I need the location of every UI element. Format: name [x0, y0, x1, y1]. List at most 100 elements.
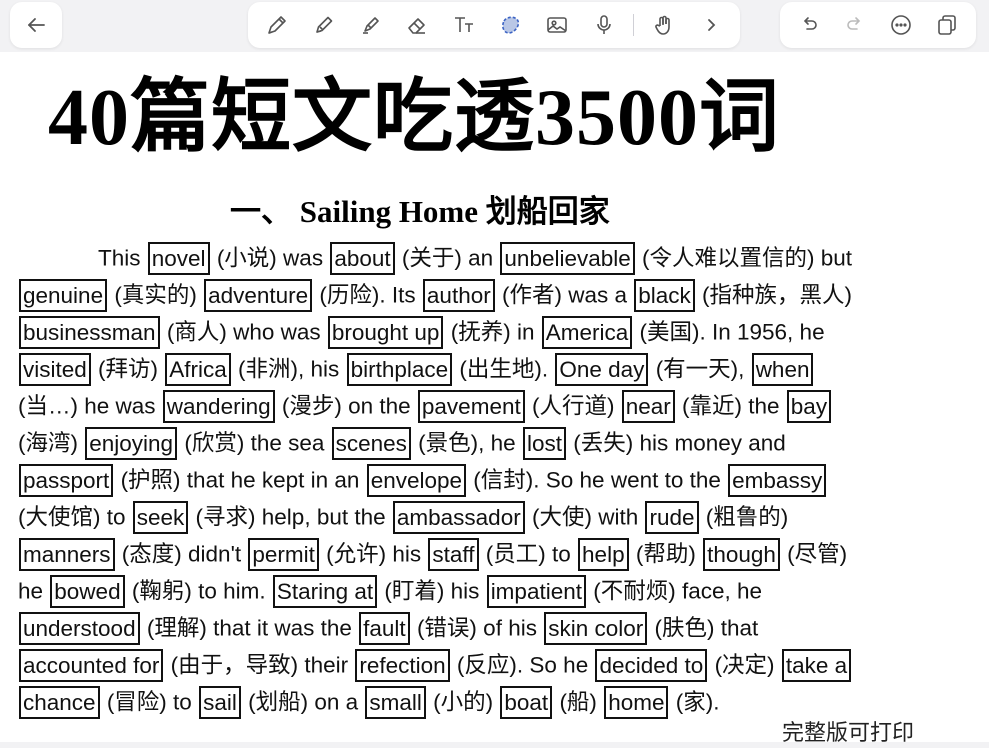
text-line: chance (冒险) to sail (划船) on a small (小的)… [18, 682, 973, 719]
text-segment: (小说) was [210, 245, 330, 271]
vocab-word-box: though [703, 537, 780, 571]
vocab-word-box: embassy [728, 463, 827, 497]
text-line: manners (态度) didn't permit (允许) his staf… [18, 534, 973, 571]
text-segment: (关于) an [395, 245, 500, 271]
text-segment: (历险). Its [313, 282, 422, 308]
text-segment: (划船) on a [241, 689, 365, 715]
text-segment: (有一天), [649, 356, 751, 382]
text-segment: (家). [669, 689, 720, 715]
text-segment: he [18, 578, 50, 604]
microphone-icon[interactable] [587, 8, 621, 42]
text-line: he bowed (鞠躬) to him. Staring at (盯着) hi… [18, 571, 973, 608]
vocab-word-box: passport [19, 463, 114, 497]
top-toolbar [0, 0, 989, 52]
text-line: This novel (小说) was about (关于) an unbeli… [18, 238, 973, 275]
text-segment: (态度) didn't [115, 541, 248, 567]
vocab-word-box: Staring at [272, 574, 378, 608]
vocab-word-box: wandering [162, 389, 275, 423]
vocab-word-box: help [578, 537, 629, 571]
vocab-word-box: chance [19, 685, 100, 719]
vocab-word-box: home [604, 685, 669, 719]
text-segment: (冒险) to [100, 689, 199, 715]
hand-pointer-icon[interactable] [647, 8, 681, 42]
vocab-word-box: rude [645, 500, 699, 534]
vocab-word-box: birthplace [346, 352, 453, 386]
text-segment: (令人难以置信的) but [635, 245, 853, 271]
text-segment: (理解) that it was the [140, 615, 359, 641]
vocab-word-box: bay [786, 389, 832, 423]
text-line: (当…) he was wandering (漫步) on the paveme… [18, 386, 973, 423]
text-segment: (美国). In 1956, he [633, 319, 825, 345]
back-arrow-icon[interactable] [19, 8, 53, 42]
vocab-word-box: Africa [165, 352, 231, 386]
pencil-icon[interactable] [307, 8, 341, 42]
footer-note: 完整版可打印 [782, 720, 915, 745]
pen-icon[interactable] [260, 8, 294, 42]
redo-icon[interactable] [838, 8, 872, 42]
vocab-word-box: small [365, 685, 426, 719]
vocab-word-box: black [634, 278, 695, 312]
vocab-word-box: manners [19, 537, 115, 571]
text-segment: (信封). So he went to the [467, 467, 728, 493]
text-segment: (尽管) [780, 541, 848, 567]
text-segment: (靠近) the [675, 393, 786, 419]
vocab-word-box: sail [199, 685, 241, 719]
more-icon[interactable] [884, 8, 918, 42]
vocab-word-box: impatient [486, 574, 586, 608]
text-segment: (出生地). [453, 356, 555, 382]
text-line: genuine (真实的) adventure (历险). Its author… [18, 275, 973, 312]
text-segment: (丢失) his money and [566, 430, 786, 456]
vocab-word-box: visited [19, 352, 91, 386]
vocab-word-box: unbelievable [500, 241, 635, 275]
text-segment: (反应). So he [450, 652, 595, 678]
text-line: businessman (商人) who was brought up (抚养)… [18, 312, 973, 349]
text-line: passport (护照) that he kept in an envelop… [18, 460, 973, 497]
image-icon[interactable] [540, 8, 574, 42]
text-segment: (员工) to [479, 541, 578, 567]
text-segment: (盯着) his [378, 578, 486, 604]
highlighter-icon[interactable] [354, 8, 388, 42]
vocab-word-box: envelope [366, 463, 467, 497]
lasso-icon[interactable] [493, 8, 527, 42]
text-segment: (拜访) [91, 356, 165, 382]
vocab-word-box: America [541, 315, 633, 349]
vocab-word-box: decided to [595, 648, 708, 682]
text-line: accounted for (由于，导致) their refection (反… [18, 645, 973, 682]
vocab-word-box: genuine [19, 278, 108, 312]
text-segment: (不耐烦) face, he [586, 578, 763, 604]
text-segment: (当…) he was [18, 393, 162, 419]
text-segment: (由于，导致) their [164, 652, 355, 678]
chevron-right-icon[interactable] [694, 8, 728, 42]
eraser-icon[interactable] [400, 8, 434, 42]
vocab-word-box: bowed [50, 574, 125, 608]
undo-icon[interactable] [792, 8, 826, 42]
vocab-word-box: near [621, 389, 675, 423]
text-segment: (非洲), his [231, 356, 346, 382]
text-segment: (船) [553, 689, 604, 715]
text-segment: (海湾) [18, 430, 85, 456]
text-tool-icon[interactable] [447, 8, 481, 42]
vocab-word-box: seek [132, 500, 189, 534]
section-title: 一、 Sailing Home 划船回家 [230, 194, 610, 229]
vocab-word-box: when [751, 352, 814, 386]
vocab-word-box: One day [555, 352, 649, 386]
vocab-word-box: novel [147, 241, 210, 275]
text-segment: (真实的) [108, 282, 204, 308]
pages-icon[interactable] [930, 8, 964, 42]
text-segment: (允许) his [319, 541, 428, 567]
text-segment: (人行道) [525, 393, 621, 419]
text-segment: (作者) was a [495, 282, 634, 308]
text-segment: (大使馆) to [18, 504, 132, 530]
text-segment: (景色), he [411, 430, 522, 456]
text-line: visited (拜访) Africa (非洲), his birthplace… [18, 349, 973, 386]
vocab-word-box: accounted for [19, 648, 164, 682]
vocab-word-box: brought up [327, 315, 444, 349]
text-segment: (欣赏) the sea [178, 430, 331, 456]
vocab-word-box: fault [359, 611, 410, 645]
text-segment: (寻求) help, but the [189, 504, 392, 530]
drawing-tools [248, 2, 740, 48]
text-segment: (商人) who was [160, 319, 327, 345]
vocab-word-box: about [330, 241, 395, 275]
vocab-word-box: understood [19, 611, 140, 645]
text-segment: (护照) that he kept in an [114, 467, 366, 493]
